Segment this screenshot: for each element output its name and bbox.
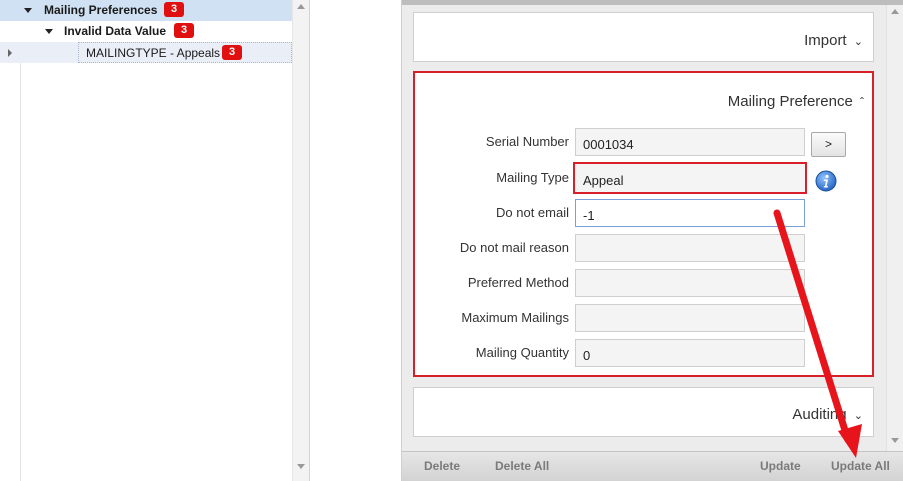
preferred-method-field[interactable] [575,269,805,297]
mailing-preference-section: Mailing Preference ˆ Serial Number 00010… [413,71,874,377]
tree-gutter [20,0,21,481]
auditing-section[interactable]: Auditing ⌄ [413,387,874,437]
do-not-mail-reason-field[interactable] [575,234,805,262]
mailing-type-field[interactable]: Appeal [573,162,807,194]
import-section[interactable]: Import ⌄ [413,12,874,62]
auditing-section-header[interactable]: Auditing ⌄ [792,406,863,423]
section-title: Import [804,32,847,49]
chevron-down-icon: ⌄ [853,36,863,48]
tree-item-label: Invalid Data Value [64,24,167,38]
error-count-badge: 3 [222,45,242,60]
serial-number-field[interactable]: 0001034 [575,128,805,156]
mailing-quantity-field[interactable]: 0 [575,339,805,367]
scroll-up-icon[interactable] [891,9,899,14]
do-not-mail-reason-label: Do not mail reason [459,240,569,255]
row-pointer-icon [8,49,12,57]
scroll-down-icon[interactable] [297,464,305,469]
maximum-mailings-field[interactable] [575,304,805,332]
tree-panel: Mailing Preferences 3 Invalid Data Value… [0,0,310,481]
mailing-quantity-label: Mailing Quantity [475,345,569,360]
app-window: Mailing Preferences 3 Invalid Data Value… [0,0,903,481]
preferred-method-label: Preferred Method [467,275,569,290]
scroll-down-icon[interactable] [891,438,899,443]
do-not-email-field[interactable]: -1 [575,199,805,227]
update-button[interactable]: Update [760,459,801,473]
mailing-preference-header[interactable]: Mailing Preference ˆ [728,93,864,110]
tree-item-mailing-preferences[interactable]: Mailing Preferences 3 [0,0,292,21]
info-icon[interactable] [815,170,837,192]
tree-item-invalid-data-value[interactable]: Invalid Data Value 3 [20,21,292,42]
section-title: Mailing Preference [727,93,853,110]
tree-item-label: Mailing Preferences [44,3,158,17]
tree-item-mailingtype-appeals[interactable]: MAILINGTYPE - Appeals 3 [0,42,292,63]
scroll-up-icon[interactable] [297,4,305,9]
delete-all-button[interactable]: Delete All [495,459,549,473]
panel-top-strip [402,0,903,5]
section-title: Auditing [792,406,847,423]
tree-item-label: MAILINGTYPE - Appeals [86,46,221,60]
error-count-badge: 3 [164,2,184,17]
serial-lookup-button[interactable]: > [811,132,846,157]
chevron-up-icon: ˆ [860,95,864,109]
import-section-header[interactable]: Import ⌄ [804,32,863,49]
update-all-button[interactable]: Update All [831,459,890,473]
chevron-down-icon: ⌄ [853,410,863,422]
tree-scrollbar[interactable] [292,0,309,481]
mailing-type-label: Mailing Type [496,170,569,185]
delete-button[interactable]: Delete [424,459,460,473]
serial-number-label: Serial Number [485,134,569,149]
form-scrollbar[interactable] [886,5,903,451]
detail-panel: Import ⌄ Mailing Preference ˆ Serial Num… [401,0,903,481]
error-count-badge: 3 [174,23,194,38]
expand-caret-icon[interactable] [24,8,32,13]
maximum-mailings-label: Maximum Mailings [461,310,569,325]
expand-caret-icon[interactable] [45,29,53,34]
action-toolbar: Delete Delete All Update Update All [402,451,903,481]
do-not-email-label: Do not email [496,205,569,220]
